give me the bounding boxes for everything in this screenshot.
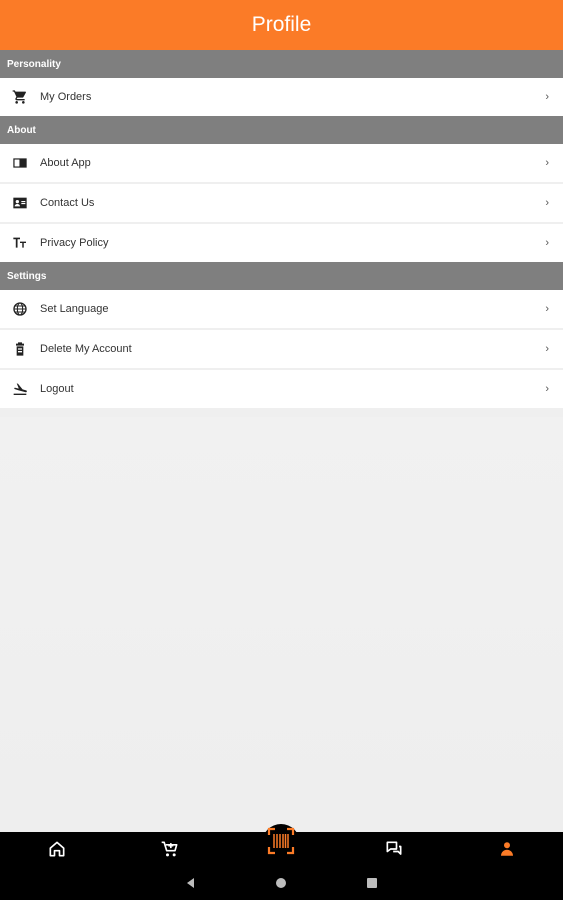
cart-icon (10, 87, 30, 107)
menu-item-label: My Orders (40, 91, 92, 103)
chat-icon (384, 839, 404, 864)
system-nav-bar (0, 870, 563, 900)
barcode-scan-icon (267, 827, 295, 860)
chevron-right-icon: › (545, 383, 549, 395)
profile-icon (498, 840, 516, 863)
page-title: Profile (251, 13, 312, 36)
section-title: Settings (7, 270, 47, 282)
menu-item-privacy-policy[interactable]: Privacy Policy › (0, 224, 563, 262)
nav-chat[interactable] (374, 832, 414, 870)
cart-add-icon (160, 839, 180, 864)
section-title: About (7, 124, 36, 136)
menu-item-logout[interactable]: Logout › (0, 370, 563, 408)
app-bar: Profile (0, 0, 563, 50)
home-circle-icon (275, 876, 287, 894)
nav-cart[interactable] (150, 832, 190, 870)
nav-profile[interactable] (487, 832, 527, 870)
text-format-icon (10, 233, 30, 253)
globe-icon (10, 299, 30, 319)
menu-item-about-app[interactable]: About App › (0, 144, 563, 182)
menu-item-label: Delete My Account (40, 343, 132, 355)
menu-item-label: Contact Us (40, 197, 95, 209)
menu-item-set-language[interactable]: Set Language › (0, 290, 563, 328)
profile-menu: Personality My Orders › About About App … (0, 50, 563, 408)
bottom-nav (0, 824, 563, 870)
back-triangle-icon (185, 876, 197, 894)
menu-item-contact-us[interactable]: Contact Us › (0, 184, 563, 222)
nav-scan[interactable] (262, 824, 300, 862)
home-icon (47, 839, 67, 864)
nav-home[interactable] (37, 832, 77, 870)
chevron-right-icon: › (545, 237, 549, 249)
chevron-right-icon: › (545, 343, 549, 355)
logout-icon (10, 379, 30, 399)
menu-item-label: Logout (40, 383, 74, 395)
delete-icon (10, 339, 30, 359)
menu-item-delete-account[interactable]: Delete My Account › (0, 330, 563, 368)
menu-item-label: About App (40, 157, 91, 169)
section-header-personality: Personality (0, 50, 563, 78)
recents-button[interactable] (357, 870, 387, 900)
section-title: Personality (7, 58, 61, 70)
empty-background (0, 417, 563, 832)
chevron-right-icon: › (545, 303, 549, 315)
home-button[interactable] (266, 870, 296, 900)
section-header-settings: Settings (0, 262, 563, 290)
menu-item-my-orders[interactable]: My Orders › (0, 78, 563, 116)
book-icon (10, 153, 30, 173)
contact-card-icon (10, 193, 30, 213)
chevron-right-icon: › (545, 91, 549, 103)
recents-square-icon (366, 876, 378, 894)
menu-item-label: Set Language (40, 303, 109, 315)
chevron-right-icon: › (545, 197, 549, 209)
section-header-about: About (0, 116, 563, 144)
menu-item-label: Privacy Policy (40, 237, 109, 249)
back-button[interactable] (176, 870, 206, 900)
chevron-right-icon: › (545, 157, 549, 169)
